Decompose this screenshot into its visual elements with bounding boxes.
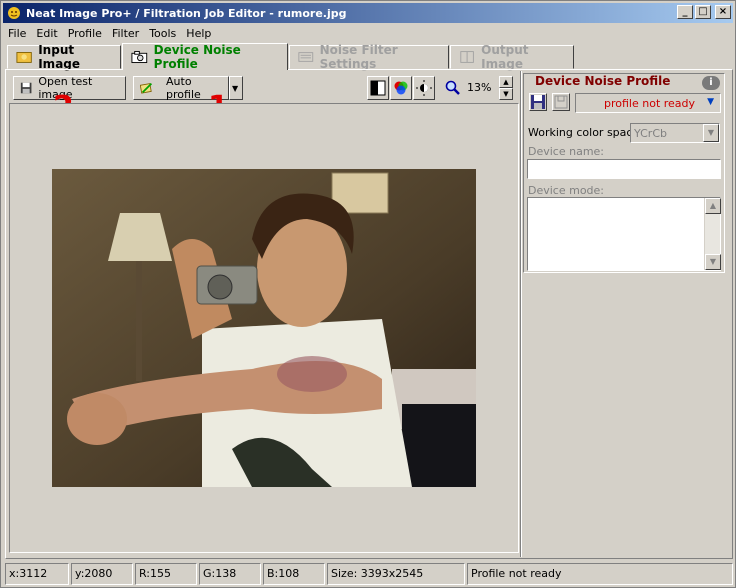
save-disk-icon: [20, 82, 32, 94]
status-b: B:108: [263, 563, 325, 585]
device-mode-label: Device mode:: [528, 184, 605, 197]
close-icon: ×: [718, 6, 728, 17]
maximize-icon: □: [698, 6, 708, 17]
status-message: Profile not ready: [467, 563, 733, 585]
image-folder-icon: [16, 52, 32, 63]
chevron-down-icon: ▼: [232, 83, 239, 93]
status-r: R:155: [135, 563, 197, 585]
zoom-level: 13%: [467, 81, 492, 94]
status-size: Size: 3393x2545: [327, 563, 465, 585]
menu-edit[interactable]: Edit: [31, 27, 62, 40]
minimize-icon: _: [682, 6, 688, 17]
tab-label: Device Noise Profile: [153, 43, 241, 71]
arrow-down-icon[interactable]: ▼: [705, 254, 721, 270]
grayscale-view-button[interactable]: [367, 76, 389, 100]
maximize-button[interactable]: □: [695, 5, 711, 19]
device-name-input[interactable]: [527, 159, 721, 179]
status-y: y:2080: [71, 563, 133, 585]
working-color-space-value: YCrCb: [634, 127, 667, 140]
minimize-button[interactable]: _: [677, 5, 693, 19]
menu-filter[interactable]: Filter: [107, 27, 144, 40]
device-mode-scrollbar[interactable]: ▲ ▼: [704, 198, 721, 270]
device-mode-textarea[interactable]: ▲ ▼: [527, 197, 721, 271]
arrow-down-icon: ▼: [503, 90, 509, 98]
menu-file[interactable]: File: [3, 27, 31, 40]
title-bar[interactable]: Neat Image Pro+ / Filtration Job Editor …: [3, 3, 733, 23]
device-name-label: Device name:: [528, 145, 605, 158]
arrow-up-icon: ▲: [503, 78, 509, 86]
tab-label: Noise Filter Settings: [319, 43, 398, 71]
magic-wand-icon: [140, 82, 153, 94]
working-color-space-select[interactable]: YCrCb ▼: [630, 123, 720, 143]
status-g: G:138: [199, 563, 261, 585]
filter-icon: [298, 52, 314, 62]
working-color-space-label: Working color space:: [528, 126, 643, 139]
open-test-image-label: Open test image: [38, 75, 93, 101]
tab-noise-filter-settings[interactable]: Noise Filter Settings: [289, 43, 449, 71]
rgb-channels-icon: [394, 81, 408, 95]
photo-illustration: [52, 169, 476, 487]
brightness-icon: [416, 80, 432, 96]
app-logo-icon: [8, 7, 20, 19]
arrow-up-icon[interactable]: ▲: [705, 198, 721, 214]
application-window: Neat Image Pro+ / Filtration Job Editor …: [0, 0, 736, 588]
menu-tools[interactable]: Tools: [144, 27, 181, 40]
status-bar: x:3112 y:2080 R:155 G:138 B:108 Size: 33…: [3, 563, 735, 585]
zoom-out-button[interactable]: ▼: [499, 88, 513, 100]
tab-label: Input Image: [38, 43, 81, 71]
load-profile-button[interactable]: [552, 93, 570, 111]
splitter[interactable]: [520, 71, 522, 557]
save-profile-button[interactable]: [529, 93, 547, 111]
chevron-down-icon: ▼: [707, 97, 714, 107]
status-x: x:3112: [5, 563, 69, 585]
panel-title: Device Noise Profile: [535, 74, 671, 88]
auto-profile-dropdown[interactable]: ▼: [229, 76, 243, 100]
window-title: Neat Image Pro+ / Filtration Job Editor …: [26, 6, 347, 20]
profile-status-dropdown[interactable]: profile not ready ▼: [575, 93, 721, 113]
output-icon: [460, 51, 474, 63]
zoom-in-button[interactable]: ▲: [499, 76, 513, 88]
tab-label: Output Image: [481, 43, 529, 71]
disk-disabled-icon: [554, 95, 568, 109]
tab-bar: Input Image Device Noise Profile Noise F…: [7, 43, 575, 71]
tab-input-image[interactable]: Input Image: [7, 43, 121, 71]
close-button[interactable]: ×: [715, 5, 731, 19]
color-channels-button[interactable]: [390, 76, 412, 100]
magnifier-icon: [445, 80, 460, 95]
info-icon[interactable]: i: [702, 76, 720, 90]
camera-icon: [131, 50, 148, 64]
grayscale-icon: [370, 80, 386, 96]
tab-device-noise-profile[interactable]: Device Noise Profile: [122, 43, 288, 71]
menu-profile[interactable]: Profile: [63, 27, 107, 40]
menu-bar: File Edit Profile Filter Tools Help: [3, 24, 216, 42]
save-disk-icon: [531, 95, 545, 109]
brightness-button[interactable]: [413, 76, 435, 100]
menu-help[interactable]: Help: [181, 27, 216, 40]
preview-photo[interactable]: [52, 169, 476, 487]
tab-output-image[interactable]: Output Image: [450, 43, 574, 71]
profile-status-text: profile not ready: [604, 97, 696, 110]
chevron-down-icon: ▼: [703, 124, 719, 142]
